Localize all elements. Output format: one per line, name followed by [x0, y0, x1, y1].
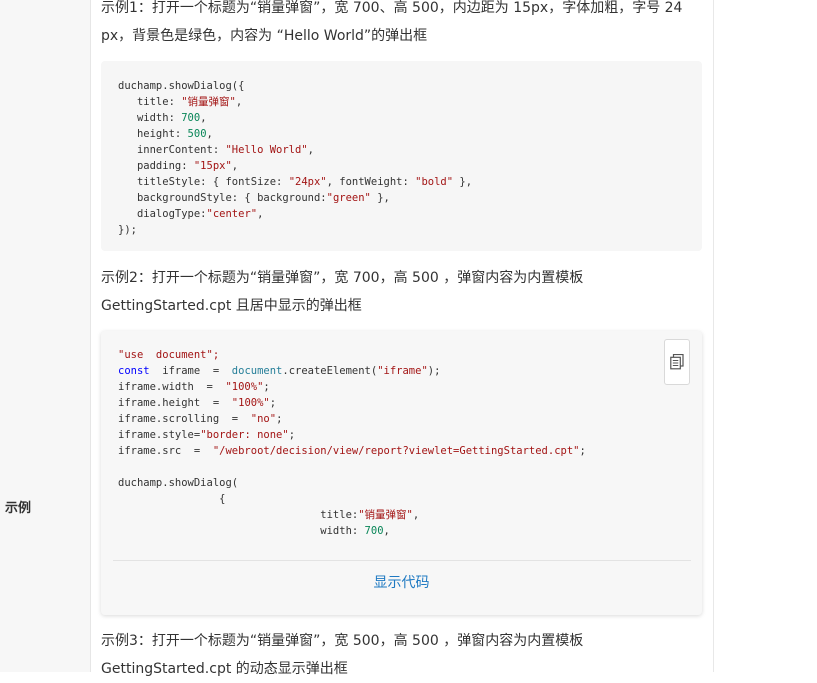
code-line: "use document"; — [118, 349, 220, 361]
code-line: backgroundStyle: { background:"green" }, — [118, 192, 390, 204]
code-line: }); — [118, 224, 137, 236]
table-label-column: 示例 — [0, 0, 91, 672]
code-line: width: 700, — [118, 525, 390, 537]
code-line: title:"销量弹窗", — [118, 509, 420, 521]
example2-code: "use document"; const iframe = document.… — [118, 347, 586, 539]
copy-icon — [670, 354, 684, 370]
copy-code-button[interactable] — [664, 339, 690, 385]
code-line: iframe.height = "100%"; — [118, 397, 277, 409]
code-line: duchamp.showDialog( — [118, 477, 239, 489]
example1-code-block: duchamp.showDialog({ title: "销量弹窗", widt… — [101, 61, 702, 251]
example2-description: 示例2：打开一个标题为“销量弹窗”，宽 700，高 500 ，弹窗内容为内置模板… — [101, 270, 584, 314]
code-line: { — [118, 493, 226, 505]
table-right-border — [713, 0, 714, 672]
code-line: duchamp.showDialog({ — [118, 80, 245, 92]
row-label: 示例 — [5, 501, 32, 516]
example1-code: duchamp.showDialog({ title: "销量弹窗", widt… — [118, 78, 472, 238]
code-line: iframe.src = "/webroot/decision/view/rep… — [118, 445, 586, 457]
code-line: titleStyle: { fontSize: "24px", fontWeig… — [118, 176, 473, 188]
code-line: padding: "15px", — [118, 160, 239, 172]
example3-description: 示例3：打开一个标题为“销量弹窗”，宽 500，高 500 ，弹窗内容为内置模板… — [101, 633, 584, 677]
code-block-divider — [113, 560, 691, 561]
code-line: height: 500, — [118, 128, 213, 140]
code-line: innerContent: "Hello World", — [118, 144, 314, 156]
code-line: dialogType:"center", — [118, 208, 264, 220]
code-line: width: 700, — [118, 112, 207, 124]
code-line: iframe.scrolling = "no"; — [118, 413, 283, 425]
code-line: title: "销量弹窗", — [118, 96, 243, 108]
show-code-link[interactable]: 显示代码 — [101, 572, 702, 592]
code-line: iframe.style="border: none"; — [118, 429, 296, 441]
code-line: const iframe = document.createElement("i… — [118, 365, 441, 377]
example2-code-block: "use document"; const iframe = document.… — [101, 331, 702, 615]
example1-description: 示例1：打开一个标题为“销量弹窗”，宽 700、高 500，内边距为 15px，… — [101, 0, 683, 44]
code-line: iframe.width = "100%"; — [118, 381, 270, 393]
